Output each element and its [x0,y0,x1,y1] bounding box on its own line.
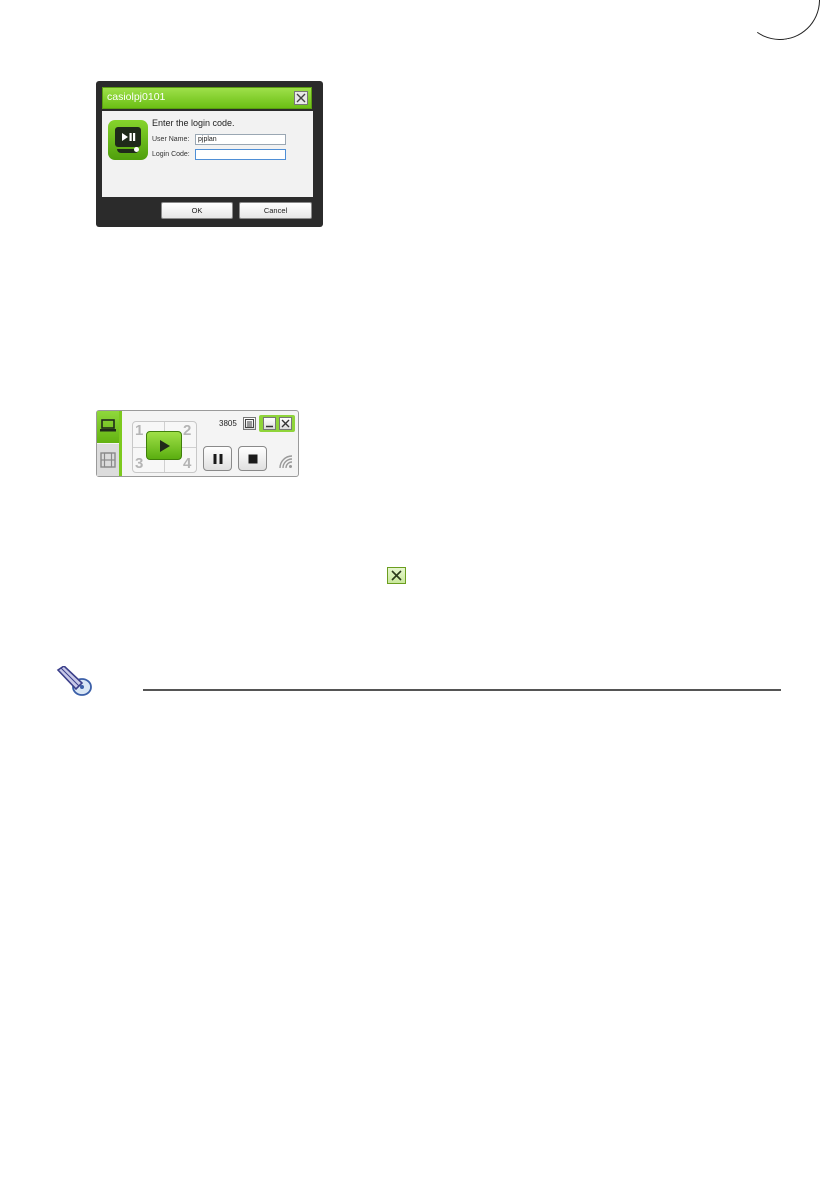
dialog-prompt: Enter the login code. [152,118,235,128]
dialog-body: Enter the login code. User Name: pjplan … [102,111,313,197]
user-name-field[interactable]: pjplan [195,134,286,145]
minimize-icon [266,425,273,428]
play-icon [160,440,170,452]
pause-icon [213,454,223,464]
close-icon [281,419,290,428]
close-icon [296,93,306,103]
toolbar-close-button[interactable] [279,417,292,430]
login-code-label: Login Code: [152,151,190,158]
controller-toolbar: 1 2 3 4 3805 [96,410,299,477]
menu-icon [245,419,254,428]
login-dialog: casiolpj0101 Enter the login code. User … [96,81,323,227]
movie-tab-icon [100,452,116,468]
close-icon [391,570,402,581]
dialog-title: casiolpj0101 [107,91,166,103]
play-button[interactable] [146,431,182,460]
ok-button[interactable]: OK [161,202,233,219]
dialog-close-button[interactable] [294,91,308,105]
display-tab[interactable] [97,411,119,443]
menu-button[interactable] [243,417,256,430]
user-name-label: User Name: [152,136,190,143]
pad-number-4[interactable]: 4 [183,455,191,472]
movie-tab[interactable] [97,444,119,476]
page-corner-arc [733,0,827,47]
display-tab-icon [100,419,116,432]
pad-number-2[interactable]: 2 [183,422,191,439]
pause-button[interactable] [203,446,232,471]
signal-icon [279,455,293,469]
inline-close-icon [387,567,406,584]
stop-button[interactable] [238,446,267,471]
toolbar-accent-strip [119,411,122,476]
note-divider [143,689,781,691]
minimize-button[interactable] [263,417,276,430]
dialog-title-bar[interactable]: casiolpj0101 [102,87,312,109]
memo-pencil-icon [56,666,92,696]
login-code-field[interactable] [195,149,286,160]
stop-icon [248,454,258,464]
play-pause-display-icon [108,120,148,160]
pad-number-3[interactable]: 3 [135,455,143,472]
login-code-display: 3805 [219,419,237,428]
pad-number-1[interactable]: 1 [135,422,143,439]
cancel-button[interactable]: Cancel [239,202,312,219]
